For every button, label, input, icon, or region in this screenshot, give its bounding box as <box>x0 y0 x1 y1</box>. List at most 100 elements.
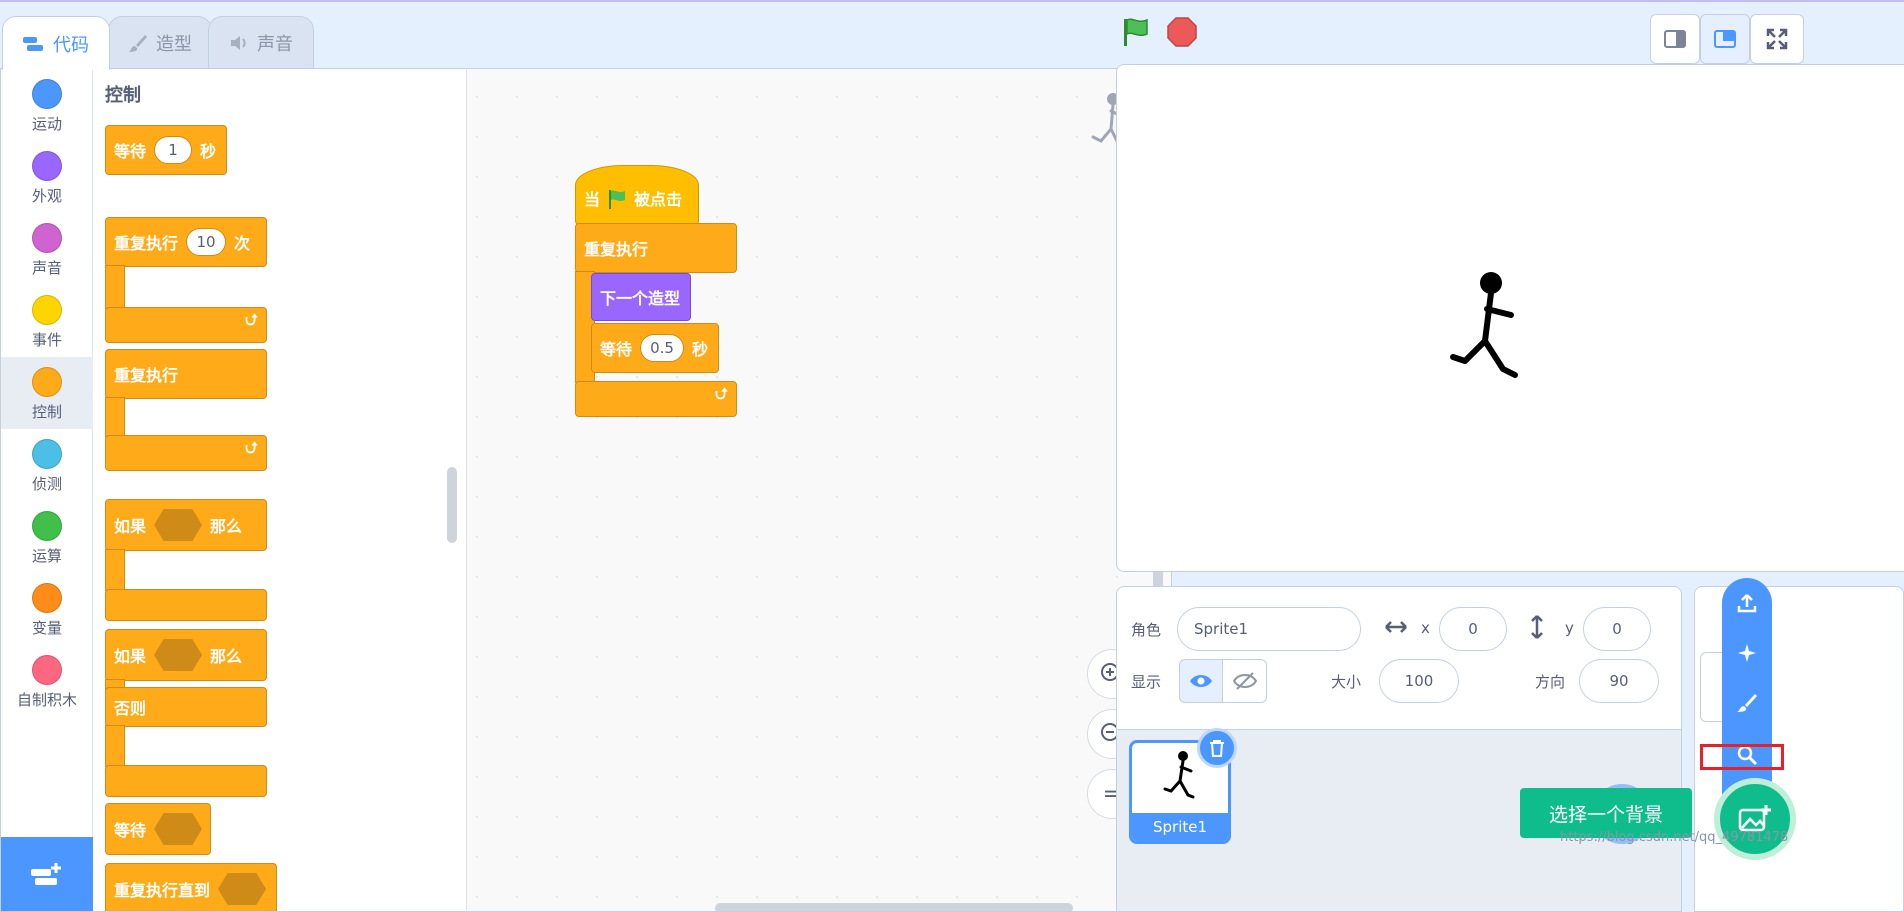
category-variables[interactable]: 变量 <box>1 573 93 645</box>
add-extension-button[interactable] <box>1 837 93 911</box>
tab-sounds[interactable]: 声音 <box>208 16 314 68</box>
fullscreen-button[interactable] <box>1750 14 1804 64</box>
block-label: 那么 <box>210 517 243 536</box>
category-events[interactable]: 事件 <box>1 285 93 357</box>
category-dot <box>32 79 62 109</box>
block-repeat-foot[interactable]: ⮍ <box>105 307 267 343</box>
y-arrows-icon <box>1529 613 1545 645</box>
category-looks[interactable]: 外观 <box>1 141 93 213</box>
block-label: 次 <box>234 234 251 253</box>
size-label: 大小 <box>1331 673 1362 691</box>
category-operators[interactable]: 运算 <box>1 501 93 573</box>
normal-stage-button[interactable] <box>1700 14 1750 64</box>
paint-backdrop-button[interactable] <box>1722 680 1772 726</box>
category-label: 声音 <box>31 259 62 277</box>
category-my-blocks[interactable]: 自制积木 <box>1 645 93 717</box>
block-forever-foot[interactable]: ⮍ <box>575 381 737 417</box>
block-label: 秒 <box>692 340 709 359</box>
paintbrush-icon <box>1737 694 1757 712</box>
category-label: 事件 <box>31 331 62 349</box>
tab-code[interactable]: 代码 <box>2 16 110 70</box>
block-else[interactable]: 否则 <box>105 687 267 727</box>
surprise-backdrop-button[interactable] <box>1722 630 1772 676</box>
block-if[interactable]: 如果 那么 <box>105 499 267 551</box>
boolean-slot[interactable] <box>154 639 203 671</box>
category-label: 自制积木 <box>16 691 77 709</box>
block-input[interactable]: 0.5 <box>640 334 685 362</box>
block-next-costume[interactable]: 下一个造型 <box>591 273 691 321</box>
category-dot <box>32 223 62 253</box>
eye-hidden-icon <box>1232 672 1257 690</box>
block-label: 下一个造型 <box>600 289 681 308</box>
category-sound[interactable]: 声音 <box>1 213 93 285</box>
boolean-slot[interactable] <box>218 873 267 905</box>
small-stage-button[interactable] <box>1650 14 1700 64</box>
block-arm <box>105 265 125 309</box>
block-label: 重复执行 <box>114 366 179 385</box>
block-if-foot[interactable] <box>105 589 267 621</box>
sprite-tile-name: Sprite1 <box>1132 813 1228 841</box>
category-sensing[interactable]: 侦测 <box>1 429 93 501</box>
block-label: 当 <box>584 190 601 209</box>
size-field[interactable]: 100 <box>1379 659 1459 703</box>
show-visible-button[interactable] <box>1179 659 1223 703</box>
block-forever-foot[interactable]: ⮍ <box>105 435 267 471</box>
block-label: 如果 <box>114 647 147 666</box>
block-arm <box>105 549 125 591</box>
block-if-else-foot[interactable] <box>105 765 267 797</box>
green-flag-button[interactable] <box>1120 16 1152 52</box>
block-label: 如果 <box>114 517 147 536</box>
block-label: 被点击 <box>634 190 683 209</box>
block-repeat[interactable]: 重复执行 10 次 <box>105 217 267 267</box>
block-when-flag-clicked[interactable]: 当 被点击 <box>575 165 699 225</box>
block-forever[interactable]: 重复执行 <box>105 349 267 399</box>
show-hidden-button[interactable] <box>1223 659 1267 703</box>
code-editor: 运动 外观 声音 事件 控制 侦测 运算 变量 自制积木 控制 等待 1 秒 重… <box>0 68 1172 912</box>
block-forever[interactable]: 重复执行 <box>575 223 737 273</box>
category-motion[interactable]: 运动 <box>1 69 93 141</box>
category-label: 运算 <box>31 547 62 565</box>
sprite-figure <box>1445 265 1535 399</box>
block-input[interactable]: 10 <box>186 228 227 256</box>
boolean-slot[interactable] <box>154 813 202 845</box>
block-label: 等待 <box>114 821 147 840</box>
block-wait[interactable]: 等待 0.5 秒 <box>591 323 719 373</box>
x-arrows-icon <box>1383 619 1409 639</box>
block-label: 等待 <box>600 340 633 359</box>
upload-backdrop-button[interactable] <box>1722 580 1772 626</box>
choose-backdrop-button[interactable] <box>1714 778 1796 860</box>
sprite-name-label: 角色 <box>1131 621 1162 639</box>
sprite-name-field[interactable]: Sprite1 <box>1177 607 1361 651</box>
speaker-icon <box>229 34 249 52</box>
category-menu: 运动 外观 声音 事件 控制 侦测 运算 变量 自制积木 <box>1 69 93 911</box>
eye-icon <box>1190 675 1212 687</box>
x-field[interactable]: 0 <box>1439 607 1507 651</box>
block-palette: 控制 等待 1 秒 重复执行 10 次 ⮍ 重复执行 ⮍ 如果 那么 如果 那么 <box>93 69 467 911</box>
trash-icon <box>1210 740 1224 757</box>
y-field[interactable]: 0 <box>1583 607 1651 651</box>
direction-field[interactable]: 90 <box>1579 659 1659 703</box>
top-border <box>0 0 1904 2</box>
category-control[interactable]: 控制 <box>1 357 93 429</box>
stage[interactable] <box>1116 64 1904 572</box>
block-if-else[interactable]: 如果 那么 <box>105 629 267 681</box>
block-wait-until[interactable]: 等待 <box>105 803 211 855</box>
category-label: 侦测 <box>31 475 62 493</box>
block-label: 重复执行 <box>584 240 649 259</box>
block-label: 秒 <box>200 142 217 161</box>
block-repeat-until[interactable]: 重复执行直到 <box>105 863 277 911</box>
code-icon <box>23 36 45 52</box>
palette-scrollbar[interactable] <box>447 467 457 543</box>
delete-sprite-button[interactable] <box>1197 728 1237 768</box>
loop-arrow-icon: ⮍ <box>245 438 258 457</box>
brush-icon <box>128 33 148 53</box>
stop-button[interactable] <box>1166 16 1198 52</box>
sprite-thumbnail <box>1162 749 1202 809</box>
script-horizontal-scrollbar[interactable] <box>715 903 1073 911</box>
script-area[interactable]: 当 被点击 重复执行 下一个造型 等待 0.5 秒 ⮍ = <box>467 69 1171 911</box>
boolean-slot[interactable] <box>154 509 203 541</box>
block-wait[interactable]: 等待 1 秒 <box>105 125 227 175</box>
tab-costumes[interactable]: 造型 <box>108 16 212 68</box>
block-input[interactable]: 1 <box>154 136 193 164</box>
category-label: 变量 <box>31 619 62 637</box>
